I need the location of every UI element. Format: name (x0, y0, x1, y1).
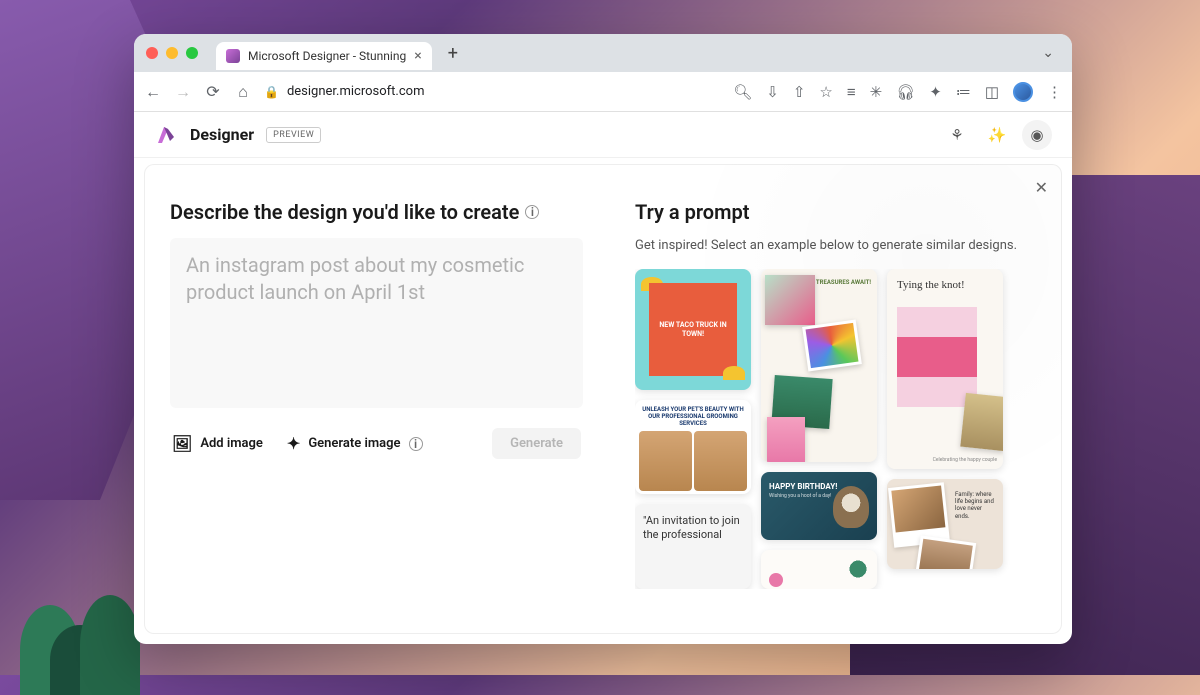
account-icon[interactable]: ◉ (1022, 120, 1052, 150)
extension-snowflake-icon[interactable]: ✳ (870, 83, 883, 101)
browser-tab[interactable]: Microsoft Designer - Stunning × (216, 42, 432, 70)
app-header: Designer PREVIEW ⚘ ✨ ◉ (134, 112, 1072, 158)
browser-menu-icon[interactable]: ⋮ (1047, 83, 1062, 101)
example-card-wedding[interactable]: Tying the knot! Celebrating the happy co… (887, 269, 1003, 469)
lock-icon: 🔒 (264, 85, 279, 99)
new-tab-button[interactable]: + (440, 43, 466, 64)
info-icon[interactable]: i (409, 437, 423, 451)
community-icon[interactable]: ⚘ (942, 120, 972, 150)
card-caption: Celebrating the happy couple (933, 457, 997, 463)
bookmark-icon[interactable]: ☆ (819, 83, 832, 101)
example-card-treasures[interactable]: HANDMADE TREASURES AWAIT! (761, 269, 877, 462)
generate-image-label: Generate image (308, 436, 400, 451)
nav-forward-icon[interactable]: → (174, 82, 192, 102)
nav-back-icon[interactable]: ← (144, 82, 162, 102)
try-prompt-subtext: Get inspired! Select an example below to… (635, 238, 1036, 253)
card-text: Family: where life begins and love never… (955, 491, 997, 520)
prompt-examples-grid: NEW TACO TRUCK IN TOWN! UNLEASH YOUR PET… (635, 269, 1036, 589)
example-card-birthday[interactable]: HAPPY BIRTHDAY! Wishing you a hoot of a … (761, 472, 877, 540)
designer-logo-icon (154, 123, 178, 147)
prompt-actions: 🖼︎ Add image ✦ Generate image i Generate (170, 422, 583, 465)
extensions-icon[interactable]: ✦ (929, 83, 942, 101)
describe-heading-text: Describe the design you'd like to create (170, 200, 519, 224)
info-icon[interactable]: i (525, 205, 539, 219)
prompt-input[interactable]: An instagram post about my cosmetic prod… (170, 238, 583, 408)
prompt-placeholder: An instagram post about my cosmetic prod… (186, 253, 524, 304)
tab-close-icon[interactable]: × (414, 48, 421, 64)
sparkles-icon: ✦ (287, 434, 300, 453)
image-icon: 🖼︎ (172, 434, 192, 453)
example-card-family[interactable]: Family: where life begins and love never… (887, 479, 1003, 569)
try-prompt-panel: ✕ Try a prompt Get inspired! Select an e… (609, 164, 1062, 634)
address-bar[interactable]: 🔒 designer.microsoft.com (264, 84, 424, 99)
preview-badge: PREVIEW (266, 127, 321, 143)
browser-window: Microsoft Designer - Stunning × + ⌄ ← → … (134, 34, 1072, 644)
nav-home-icon[interactable]: ⌂ (234, 82, 252, 102)
reading-list-icon[interactable]: ≔ (956, 83, 971, 101)
example-card-taco[interactable]: NEW TACO TRUCK IN TOWN! (635, 269, 751, 390)
tab-favicon-icon (226, 49, 240, 63)
browser-tab-bar: Microsoft Designer - Stunning × + ⌄ (134, 34, 1072, 72)
browser-toolbar: ← → ⟳ ⌂ 🔒 designer.microsoft.com 🔍︎ ⇩ ⇧ … (134, 72, 1072, 112)
add-image-button[interactable]: 🖼︎ Add image (172, 434, 263, 453)
example-card-floral[interactable] (761, 550, 877, 589)
window-maximize-button[interactable] (186, 47, 198, 59)
download-icon[interactable]: ⇩ (766, 83, 779, 101)
card-text: "An invitation to join the professional (643, 514, 740, 541)
close-icon[interactable]: ✕ (1035, 178, 1048, 197)
share-icon[interactable]: ⇧ (793, 83, 806, 101)
card-title: Tying the knot! (897, 279, 993, 291)
window-minimize-button[interactable] (166, 47, 178, 59)
app-title: Designer (190, 125, 254, 144)
app-body: Describe the design you'd like to create… (144, 164, 1062, 634)
profile-avatar-icon[interactable] (1013, 82, 1033, 102)
card-text: NEW TACO TRUCK IN TOWN! (649, 283, 737, 376)
browser-actions: 🔍︎ ⇩ ⇧ ☆ ≡ ✳ 🎧︎ ✦ ≔ ◫ ⋮ (733, 82, 1062, 102)
nav-reload-icon[interactable]: ⟳ (204, 82, 222, 101)
describe-heading: Describe the design you'd like to create… (170, 200, 583, 224)
tab-overflow-icon[interactable]: ⌄ (1042, 45, 1060, 61)
add-image-label: Add image (200, 436, 263, 451)
generate-image-button[interactable]: ✦ Generate image i (287, 434, 423, 453)
window-close-button[interactable] (146, 47, 158, 59)
search-icon[interactable]: 🔍︎ (733, 83, 752, 101)
tab-title: Microsoft Designer - Stunning (248, 49, 406, 63)
extension-buffer-icon[interactable]: ≡ (847, 83, 856, 101)
sparkle-icon[interactable]: ✨ (982, 120, 1012, 150)
card-text: UNLEASH YOUR PET'S BEAUTY WITH OUR PROFE… (642, 406, 743, 427)
extension-headphone-icon[interactable]: 🎧︎ (896, 83, 915, 101)
url-text: designer.microsoft.com (287, 84, 425, 99)
side-panel-icon[interactable]: ◫ (985, 83, 999, 101)
window-controls (146, 47, 198, 59)
generate-label: Generate (510, 436, 563, 451)
example-card-invite[interactable]: "An invitation to join the professional (635, 504, 751, 589)
example-card-pets[interactable]: UNLEASH YOUR PET'S BEAUTY WITH OUR PROFE… (635, 400, 751, 494)
try-prompt-heading: Try a prompt (635, 200, 1036, 224)
describe-panel: Describe the design you'd like to create… (144, 164, 609, 634)
generate-button[interactable]: Generate (492, 428, 581, 459)
